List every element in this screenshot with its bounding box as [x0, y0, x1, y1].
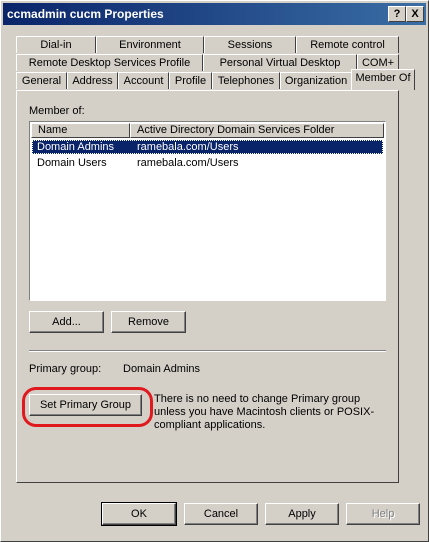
tab-remote-desktop-services-profile[interactable]: Remote Desktop Services Profile: [16, 54, 203, 71]
add-button[interactable]: Add...: [29, 311, 104, 333]
tab-remote-control[interactable]: Remote control: [296, 36, 399, 53]
tab-general[interactable]: General: [16, 72, 67, 89]
tab-personal-virtual-desktop[interactable]: Personal Virtual Desktop: [203, 54, 357, 71]
cancel-button-label: Cancel: [203, 508, 239, 520]
row-name: Domain Users: [37, 157, 107, 169]
primary-group-info: There is no need to change Primary group…: [154, 393, 375, 431]
tab-address[interactable]: Address: [67, 72, 118, 89]
row-folder: ramebala.com/Users: [137, 141, 239, 153]
row-name: Domain Admins: [37, 141, 115, 153]
row-folder: ramebala.com/Users: [137, 157, 239, 169]
tab-profile[interactable]: Profile: [169, 72, 212, 89]
help-button[interactable]: ?: [388, 6, 406, 22]
title-bar[interactable]: ccmadmin cucm Properties ? X: [3, 3, 426, 25]
tab-telephones[interactable]: Telephones: [212, 72, 280, 89]
list-header: Name Active Directory Domain Services Fo…: [31, 123, 384, 138]
tab-sessions[interactable]: Sessions: [204, 36, 296, 53]
remove-button[interactable]: Remove: [111, 311, 186, 333]
properties-dialog: ccmadmin cucm Properties ? X Dial-in Env…: [0, 0, 429, 542]
member-of-label: Member of:: [29, 105, 85, 117]
tab-organization[interactable]: Organization: [280, 72, 352, 89]
column-header-name[interactable]: Name: [31, 123, 130, 138]
column-header-folder[interactable]: Active Directory Domain Services Folder: [130, 123, 384, 138]
apply-button[interactable]: Apply: [265, 503, 339, 525]
close-button[interactable]: X: [406, 6, 424, 22]
cancel-button[interactable]: Cancel: [184, 503, 258, 525]
ok-button-label: OK: [131, 508, 147, 520]
tab-environment[interactable]: Environment: [96, 36, 204, 53]
remove-button-label: Remove: [128, 316, 169, 328]
member-of-list[interactable]: Name Active Directory Domain Services Fo…: [29, 121, 386, 301]
separator: [29, 350, 386, 352]
tab-member-of[interactable]: Member Of: [351, 69, 415, 90]
help-footer-button[interactable]: Help: [346, 503, 420, 525]
list-item[interactable]: Domain Users ramebala.com/Users: [32, 156, 383, 170]
primary-group-value: Domain Admins: [123, 363, 201, 375]
help-button-label: Help: [371, 508, 395, 520]
tab-account[interactable]: Account: [118, 72, 169, 89]
tab-dial-in[interactable]: Dial-in: [16, 36, 96, 53]
highlight-annotation: [22, 387, 153, 427]
apply-button-label: Apply: [288, 508, 316, 520]
ok-button[interactable]: OK: [101, 502, 177, 526]
window-title: ccmadmin cucm Properties: [7, 7, 164, 21]
primary-group-label: Primary group:: [29, 363, 102, 375]
add-button-label: Add...: [52, 316, 81, 328]
list-item[interactable]: Domain Admins ramebala.com/Users: [32, 140, 383, 154]
